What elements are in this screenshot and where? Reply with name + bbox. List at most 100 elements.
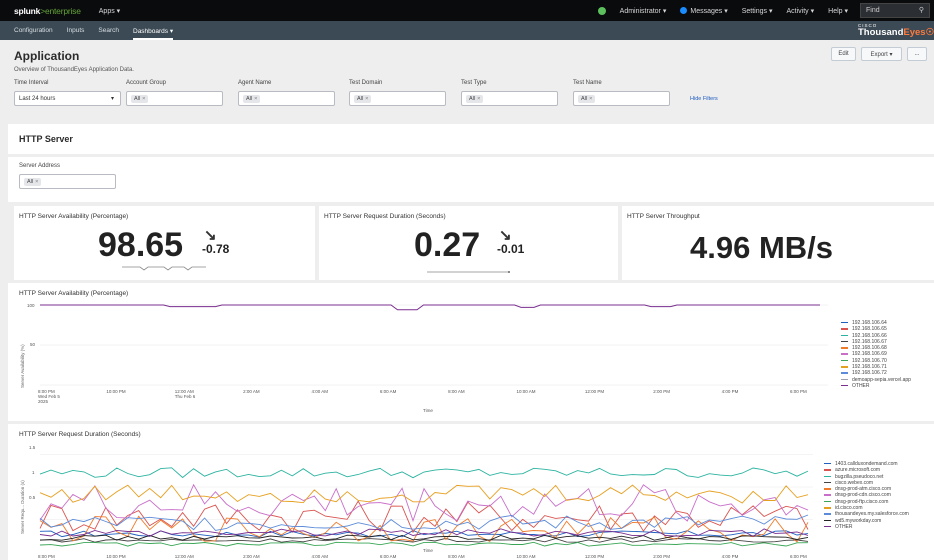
app-nav-bar: Configuration Inputs Search Dashboards ▾ — [0, 21, 934, 40]
legend-swatch — [841, 378, 848, 381]
x-tick-label: 4:00 AM — [311, 389, 328, 394]
single-value: 4.96 MB/s — [690, 230, 834, 265]
legend-swatch — [841, 353, 848, 355]
agent-name-multiselect[interactable]: All × — [238, 91, 335, 106]
filter-time-interval: Time Interval Last 24 hours ▾ — [14, 80, 121, 106]
apps-menu[interactable]: Apps ▾ — [99, 7, 120, 15]
series-line — [39, 467, 809, 479]
chevron-down-icon: ▾ — [110, 96, 114, 102]
filter-chip[interactable]: All × — [578, 94, 596, 103]
legend-swatch — [824, 475, 831, 478]
filter-test-domain: Test Domain All × — [349, 80, 446, 106]
splunk-dashboard: splunk>enterprise Apps ▾ Administrator ▾… — [0, 0, 934, 560]
nav-dashboards[interactable]: Dashboards ▾ — [133, 27, 174, 40]
legend-swatch — [824, 525, 831, 528]
filter-chip[interactable]: All × — [466, 94, 484, 103]
activity-menu[interactable]: Activity ▾ — [787, 7, 815, 15]
legend-swatch — [841, 328, 848, 330]
server-address-panel: Server Address All × — [8, 157, 934, 202]
filter-account-group: Account Group All × — [126, 80, 223, 106]
legend-swatch — [824, 494, 831, 496]
x-tick-label: 2:00 AM — [243, 389, 260, 394]
remove-chip-icon: × — [35, 178, 39, 185]
hide-filters-link[interactable]: Hide Filters — [690, 96, 718, 102]
legend-swatch — [824, 481, 831, 484]
duration-line-chart[interactable]: 8:00 PM 10:00 PM 12:00 AM 2:00 AM 4:00 AM 6:0… — [8, 424, 934, 560]
administrator-menu[interactable]: Administrator ▾ — [620, 7, 667, 15]
legend-swatch — [841, 366, 848, 368]
x-tick-label: 6:00 AM — [380, 554, 397, 559]
remove-chip-icon: × — [142, 95, 146, 102]
x-tick-label: 4:00 PM — [722, 554, 739, 559]
legend-swatch — [841, 347, 848, 349]
legend-swatch — [841, 384, 848, 387]
x-tick-label: 12:00 PM — [585, 554, 605, 559]
x-tick-label: 4:00 PM — [722, 389, 739, 394]
legend-swatch — [841, 372, 848, 374]
x-tick-label: 6:00 PM — [790, 554, 807, 559]
duration-legend: 1403.callduxondemand.com azure.microsoft.… — [824, 461, 909, 530]
legend-swatch — [841, 340, 848, 343]
filter-chip[interactable]: All × — [24, 177, 42, 186]
dashboard-content: Application Overview of ThousandEyes App… — [0, 40, 934, 560]
x-tick-label: 10:00 PM — [106, 554, 126, 559]
availability-line-chart[interactable]: 8:00 PM 10:00 PM 12:00 AM 2:00 AM 4:00 AM 6:0… — [8, 283, 934, 421]
x-tick-label: 8:00 AM — [448, 389, 465, 394]
test-name-multiselect[interactable]: All × — [573, 91, 670, 106]
nav-inputs[interactable]: Inputs — [67, 27, 85, 34]
filter-test-name: Test Name All × — [573, 80, 670, 106]
messages-count-icon — [680, 6, 688, 14]
nav-search[interactable]: Search — [98, 27, 119, 34]
settings-menu[interactable]: Settings ▾ — [742, 7, 773, 15]
availability-sparkline — [122, 266, 206, 271]
test-domain-multiselect[interactable]: All × — [349, 91, 446, 106]
health-status-icon[interactable] — [597, 6, 606, 15]
availability-legend: 192.168.106.64 192.168.106.65 192.168.106.… — [841, 320, 911, 389]
x-tick-label: 10:00 AM — [517, 389, 536, 394]
server-address-multiselect[interactable]: All × — [19, 174, 116, 189]
legend-swatch — [841, 334, 848, 337]
edit-button[interactable]: Edit — [831, 47, 856, 61]
page-description: Overview of ThousandEyes Application Dat… — [14, 67, 134, 73]
duration-single-value: HTTP Server Request Duration (Seconds) 0… — [319, 206, 618, 280]
x-tick-label: 12:00 PM — [585, 389, 605, 394]
series-line — [39, 483, 809, 523]
legend-item[interactable]: OTHER — [841, 383, 911, 389]
test-type-multiselect[interactable]: All × — [461, 91, 558, 106]
series-line-other — [40, 304, 820, 311]
duration-chart-panel: HTTP Server Request Duration (Seconds) S… — [8, 424, 934, 560]
x-tick-label: 4:00 AM — [311, 554, 328, 559]
x-tick-label: 6:00 AM — [380, 389, 397, 394]
series-line — [39, 541, 809, 547]
filter-agent-name: Agent Name All × — [238, 80, 335, 106]
filter-chip[interactable]: All × — [131, 94, 149, 103]
x-tick-label: 2:00 PM — [653, 389, 670, 394]
series-line — [39, 484, 809, 504]
global-top-bar: splunk>enterprise Apps ▾ Administrator ▾… — [0, 0, 934, 21]
x-tick-label: 8:00 AM — [448, 554, 465, 559]
filter-chip[interactable]: All × — [354, 94, 372, 103]
legend-swatch — [824, 513, 831, 515]
remove-chip-icon: × — [477, 95, 481, 102]
nav-configuration[interactable]: Configuration — [14, 27, 53, 34]
find-input[interactable]: Find ⚲ — [860, 3, 930, 18]
legend-item[interactable]: OTHER — [824, 524, 909, 530]
x-tick-label: 2:00 AM — [243, 554, 260, 559]
x-tick-sublabel: Thu Feb 6 — [175, 394, 196, 399]
legend-swatch — [824, 488, 831, 490]
legend-swatch — [824, 462, 831, 465]
filter-chip[interactable]: All × — [243, 94, 261, 103]
messages-menu[interactable]: Messages ▾ — [680, 6, 728, 15]
remove-chip-icon: × — [589, 95, 593, 102]
section-header-panel: HTTP Server — [8, 124, 934, 154]
x-tick-label: 2:00 PM — [653, 554, 670, 559]
export-button[interactable]: Export ▾ — [861, 47, 902, 61]
account-group-multiselect[interactable]: All × — [126, 91, 223, 106]
thousandeyes-logo: CISCO ThousandEyes☉ — [858, 23, 934, 38]
duration-sparkline — [427, 271, 510, 273]
help-menu[interactable]: Help ▾ — [828, 7, 848, 15]
more-actions-button[interactable]: ... — [907, 47, 927, 61]
time-interval-select[interactable]: Last 24 hours ▾ — [14, 91, 121, 106]
splunk-logo[interactable]: splunk>enterprise — [14, 6, 81, 16]
legend-swatch — [824, 519, 831, 522]
